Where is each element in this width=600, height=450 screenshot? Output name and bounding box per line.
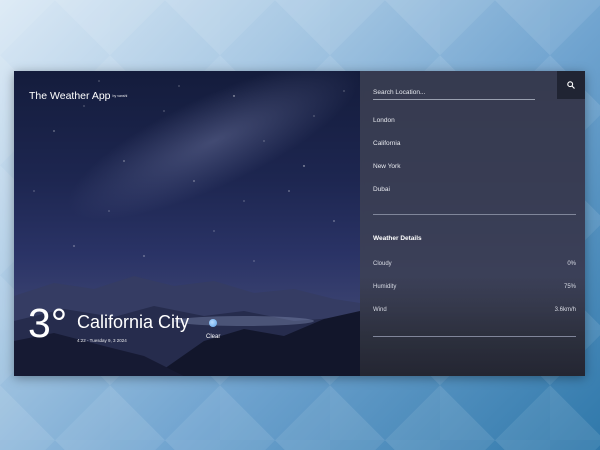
moon-cloud-icon bbox=[209, 319, 218, 327]
weather-details-title: Weather Details bbox=[373, 235, 422, 242]
location-block: California City 4:22 - Tuesday 9, 3 2024 bbox=[77, 312, 189, 343]
weather-app-window: The Weather App by vanshl 3° California C… bbox=[14, 71, 585, 376]
detail-label: Cloudy bbox=[373, 261, 392, 267]
date-time: 4:22 - Tuesday 9, 3 2024 bbox=[77, 338, 127, 343]
location-list: London California New York Dubai bbox=[373, 116, 400, 208]
search-icon bbox=[567, 81, 575, 89]
location-item-london[interactable]: London bbox=[373, 116, 400, 139]
detail-value: 75% bbox=[563, 284, 576, 290]
location-item-new-york[interactable]: New York bbox=[373, 162, 400, 185]
divider bbox=[373, 214, 576, 215]
condition-label: Clear bbox=[206, 334, 221, 340]
detail-row-cloudy: Cloudy 0% bbox=[373, 261, 576, 267]
panel-backdrop bbox=[360, 276, 585, 376]
detail-row-humidity: Humidity 75% bbox=[373, 284, 576, 290]
city-name: California City bbox=[77, 312, 190, 332]
detail-label: Wind bbox=[373, 307, 387, 313]
search-button[interactable] bbox=[557, 71, 585, 99]
app-title: The Weather App bbox=[29, 90, 111, 102]
current-temperature: 3° bbox=[28, 300, 68, 346]
weather-condition: Clear bbox=[206, 319, 220, 340]
detail-row-wind: Wind 3.6km/h bbox=[373, 307, 576, 313]
detail-label: Humidity bbox=[373, 284, 397, 290]
side-panel: London California New York Dubai Weather… bbox=[360, 71, 585, 376]
location-item-dubai[interactable]: Dubai bbox=[373, 185, 400, 208]
divider bbox=[373, 336, 576, 337]
app-brand: The Weather App by vanshl bbox=[29, 90, 127, 102]
detail-value: 3.6km/h bbox=[554, 307, 576, 313]
detail-value: 0% bbox=[567, 261, 576, 267]
app-byline: by vanshl bbox=[112, 94, 128, 99]
location-item-california[interactable]: California bbox=[373, 139, 400, 162]
search-input[interactable] bbox=[373, 85, 535, 100]
